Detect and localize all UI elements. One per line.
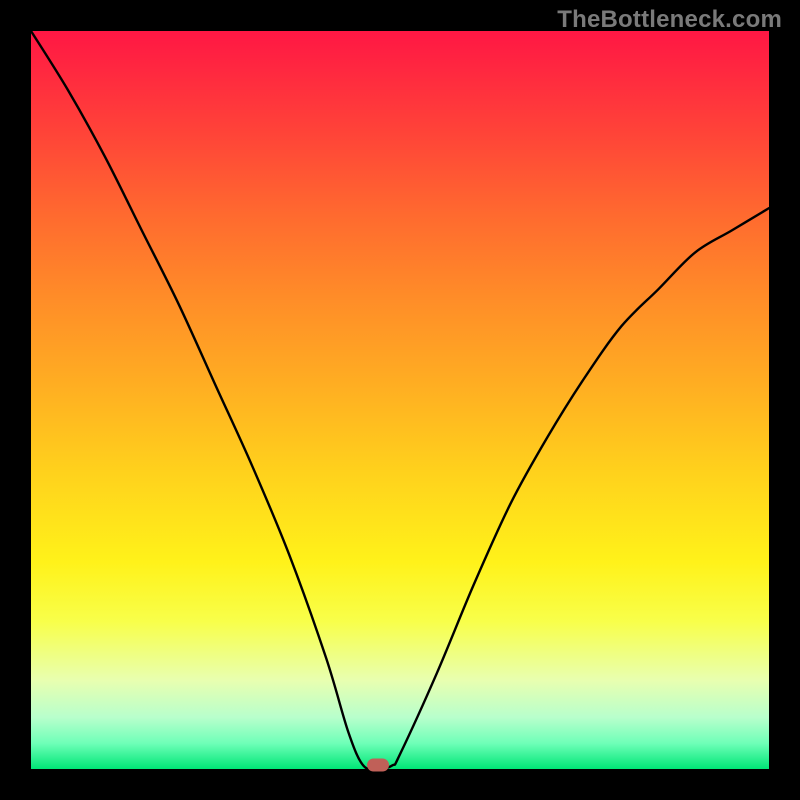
chart-frame: TheBottleneck.com (0, 0, 800, 800)
bottleneck-curve (31, 31, 769, 769)
plot-area (31, 31, 769, 769)
optimal-marker (367, 759, 389, 772)
watermark-text: TheBottleneck.com (557, 6, 782, 34)
